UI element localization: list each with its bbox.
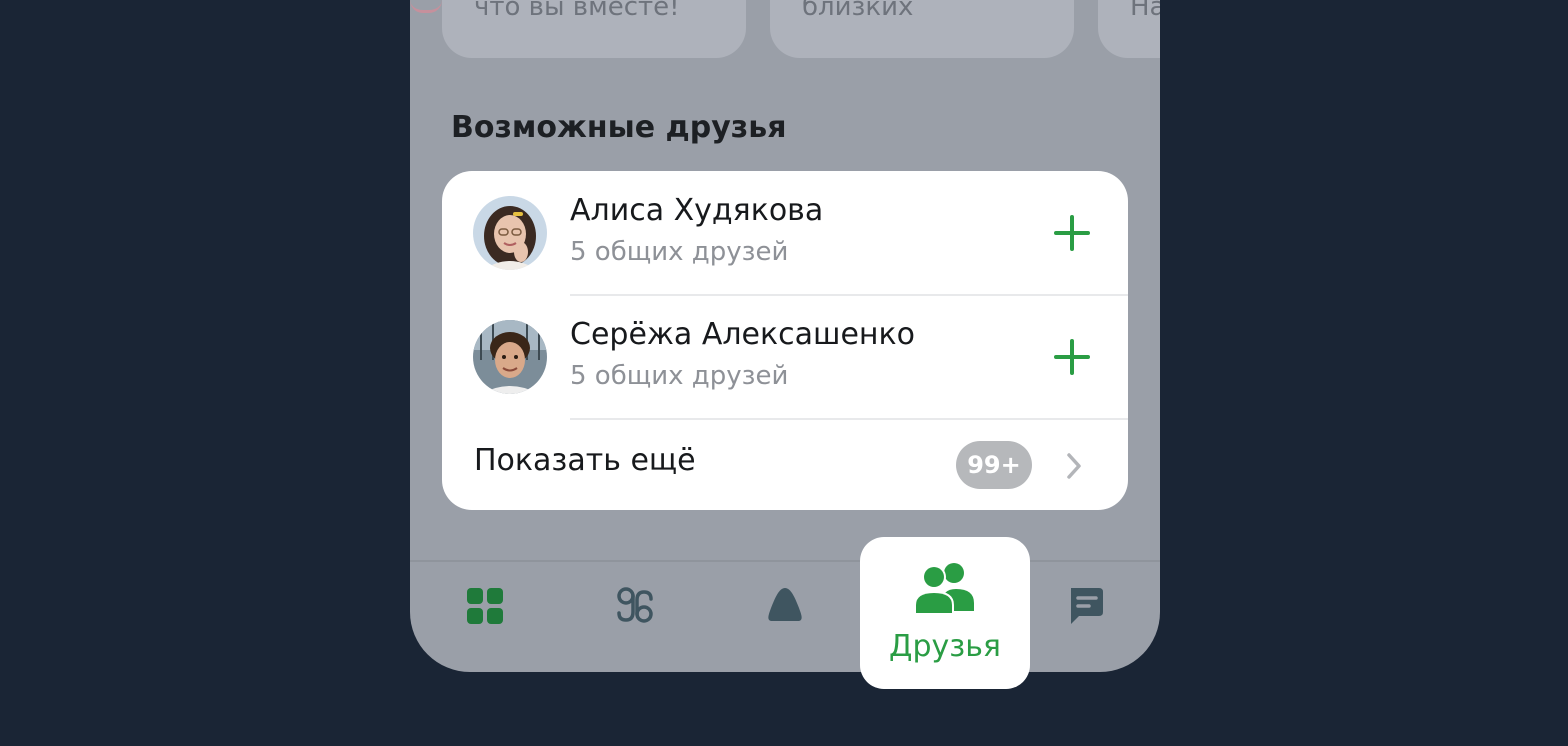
tab-friends-label: Друзья xyxy=(889,629,1001,664)
count-badge: 99+ xyxy=(956,441,1032,489)
show-more-button[interactable]: Показать ещё 99+ xyxy=(442,419,1128,510)
tab-friends[interactable]: Друзья xyxy=(860,537,1030,689)
promo-card-text: На xyxy=(1130,0,1160,22)
plus-icon xyxy=(1054,215,1090,251)
grid-icon xyxy=(467,588,503,624)
bell-icon xyxy=(768,588,802,621)
avatar[interactable] xyxy=(473,320,547,394)
friend-suggestion-row[interactable]: Алиса Худякова 5 общих друзей xyxy=(442,171,1128,295)
possible-friends-card: Алиса Худякова 5 общих друзей Серёжа Але… xyxy=(442,171,1128,510)
plus-icon xyxy=(1054,339,1090,375)
mutual-friends-count: 5 общих друзей xyxy=(570,237,789,267)
tab-notifications[interactable] xyxy=(755,576,815,636)
bottom-tab-bar xyxy=(410,560,1160,672)
friend-name[interactable]: Алиса Худякова xyxy=(570,193,823,228)
section-title: Возможные друзья xyxy=(451,110,787,145)
add-friend-button[interactable] xyxy=(1046,331,1098,383)
promo-card-2[interactable]: близких xyxy=(770,0,1074,58)
promo-card-text: близких xyxy=(802,0,914,22)
avatar[interactable] xyxy=(473,196,547,270)
app-screen: что вы вместе! близких На Возможные друз… xyxy=(410,0,1160,672)
tab-services[interactable] xyxy=(455,576,515,636)
friend-name[interactable]: Серёжа Алексашенко xyxy=(570,317,915,352)
friend-suggestion-row[interactable]: Серёжа Алексашенко 5 общих друзей xyxy=(442,295,1128,419)
messages-icon xyxy=(1071,588,1103,624)
clips-icon xyxy=(617,587,653,623)
friends-icon xyxy=(914,559,976,621)
promo-card-3[interactable]: На xyxy=(1098,0,1160,58)
tab-messages[interactable] xyxy=(1055,576,1115,636)
promo-card-text: что вы вместе! xyxy=(474,0,680,22)
add-friend-button[interactable] xyxy=(1046,207,1098,259)
show-more-label: Показать ещё xyxy=(474,443,696,478)
mutual-friends-count: 5 общих друзей xyxy=(570,361,789,391)
chevron-right-icon xyxy=(1064,451,1084,485)
promo-card-1[interactable]: что вы вместе! xyxy=(442,0,746,58)
tab-clips[interactable] xyxy=(605,576,665,636)
story-ring-decoration xyxy=(410,0,442,13)
